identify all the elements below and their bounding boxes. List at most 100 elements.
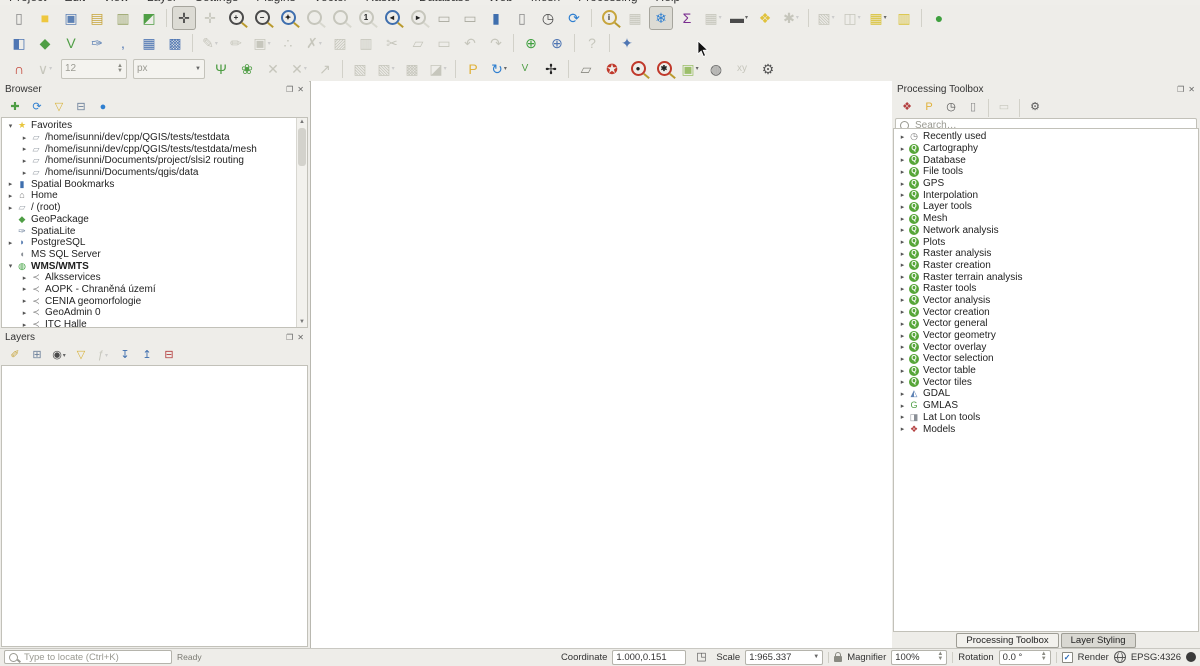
add-wms-layer-icon[interactable]: ⊕ [519, 31, 543, 55]
expand-arrow-icon[interactable]: ▸ [897, 203, 908, 211]
latlon-web-globe-icon[interactable]: ◍ [704, 57, 728, 81]
browser-float-button[interactable]: ❐ [286, 85, 293, 94]
expand-arrow-icon[interactable]: ▸ [897, 308, 908, 316]
menu-processing[interactable]: Processing [578, 0, 637, 4]
chevron-down-icon[interactable]: ▾ [884, 14, 887, 21]
select-by-form-icon[interactable]: ▥ [892, 6, 916, 30]
proc-group[interactable]: ▸QVector creation [894, 306, 1198, 318]
menu-database[interactable]: Database [419, 0, 470, 4]
save-project-icon[interactable]: ▣ [59, 6, 83, 30]
extents-toggle-icon[interactable]: ◳ [692, 648, 710, 666]
select-by-expression-icon[interactable]: ▦▾ [866, 6, 890, 30]
scroll-thumb[interactable] [298, 128, 306, 166]
style-manager-icon[interactable]: ◩ [137, 6, 161, 30]
history-button-icon[interactable]: ◷ [941, 98, 961, 117]
chevron-down-icon[interactable]: ▾ [832, 14, 835, 21]
tab-layer-styling[interactable]: Layer Styling [1061, 633, 1136, 648]
expand-arrow-icon[interactable]: ▸ [897, 180, 908, 188]
browser-item-wms[interactable]: ▾◍WMS/WMTS [2, 260, 297, 272]
chevron-down-icon[interactable]: ▾ [504, 65, 507, 72]
expand-arrow-icon[interactable]: ▸ [897, 156, 908, 164]
expand-arrow-icon[interactable]: ▸ [5, 192, 16, 200]
expand-arrow-icon[interactable]: ▸ [5, 180, 16, 188]
latlon-zoom-to-coordinates-icon[interactable]: ✪ [600, 57, 624, 81]
browser-item-folder[interactable]: ▸▱/home/isunni/dev/cpp/QGIS/tests/testda… [2, 143, 297, 155]
spin-arrows[interactable]: ▲▼ [1041, 652, 1047, 662]
zoom-in-icon[interactable]: + [224, 6, 248, 30]
proc-group-gmlas[interactable]: ▸GGMLAS [894, 400, 1198, 412]
expand-arrow-icon[interactable]: ▸ [897, 355, 908, 363]
map-canvas[interactable] [310, 81, 893, 648]
add-vector-layer-icon[interactable]: V [59, 31, 83, 55]
expand-arrow-icon[interactable]: ▸ [897, 285, 908, 293]
proc-group[interactable]: ▸QPlots [894, 236, 1198, 248]
magnifier-spinbox[interactable]: 100%▲▼ [891, 650, 947, 665]
snap-tolerance-spinbox[interactable]: 12▲▼ [61, 59, 127, 79]
refresh-map-icon[interactable]: ⟳ [562, 6, 586, 30]
processing-close-button[interactable]: ✕ [1188, 85, 1195, 94]
menu-view[interactable]: View [103, 0, 129, 4]
collapse-arrow-icon[interactable]: ▾ [5, 262, 16, 270]
proc-group-gdal[interactable]: ▸◭GDAL [894, 388, 1198, 400]
browser-item-favorites[interactable]: ▾★Favorites [2, 120, 297, 132]
coordinate-field[interactable]: 1.000,0.151 [612, 650, 686, 665]
layers-float-button[interactable]: ❐ [286, 333, 293, 342]
python-console-icon[interactable]: P [461, 57, 485, 81]
expand-arrow-icon[interactable]: ▸ [897, 168, 908, 176]
expand-arrow-icon[interactable]: ▸ [897, 390, 908, 398]
latlon-external-map-icon[interactable]: ✱ [652, 57, 676, 81]
results-viewer-icon[interactable]: ▯ [963, 98, 983, 117]
proc-group[interactable]: ▸QInterpolation [894, 189, 1198, 201]
chevron-down-icon[interactable]: ▾ [304, 65, 307, 72]
browser-item-postgresql[interactable]: ▸◗PostgreSQL [2, 237, 297, 249]
geometry-checker-icon[interactable]: V [513, 57, 537, 81]
expand-arrow-icon[interactable]: ▸ [897, 273, 908, 281]
menu-raster[interactable]: Raster [366, 0, 401, 4]
add-selected-layers-icon[interactable]: ✚ [5, 98, 25, 117]
menu-plugins[interactable]: Plugins [256, 0, 295, 4]
expand-arrow-icon[interactable]: ▸ [897, 378, 908, 386]
enable-snapping-icon[interactable]: ∩ [7, 57, 31, 81]
proc-group[interactable]: ▸QVector selection [894, 353, 1198, 365]
first-aid-debugger-icon[interactable]: ✢ [539, 57, 563, 81]
browser-item-folder[interactable]: ▸▱/home/isunni/Documents/qgis/data [2, 167, 297, 179]
expand-arrow-icon[interactable]: ▸ [897, 343, 908, 351]
temporal-controller-icon[interactable]: ◷ [536, 6, 560, 30]
browser-item-mssql[interactable]: ◖MS SQL Server [2, 249, 297, 261]
scripts-menu-icon[interactable]: P [919, 98, 939, 117]
expand-arrow-icon[interactable]: ▸ [897, 367, 908, 375]
chevron-down-icon[interactable]: ▾ [696, 65, 699, 72]
enable-properties-widget-icon[interactable]: ● [93, 98, 113, 117]
expand-arrow-icon[interactable]: ▸ [19, 309, 30, 317]
chevron-down-icon[interactable]: ▾ [105, 352, 108, 359]
proc-group[interactable]: ▸QDatabase [894, 154, 1198, 166]
collapse-all-icon[interactable]: ⊟ [71, 98, 91, 117]
add-wfs-layer-icon[interactable]: ⊕ [545, 31, 569, 55]
browser-item-spatialite[interactable]: ✑SpatiaLite [2, 225, 297, 237]
expand-arrow-icon[interactable]: ▸ [897, 191, 908, 199]
options-button-icon[interactable]: ⚙ [1025, 98, 1045, 117]
processing-float-button[interactable]: ❐ [1177, 85, 1184, 94]
filter-legend-icon[interactable]: ▽ [71, 346, 91, 365]
show-layout-manager-icon[interactable]: ▥ [111, 6, 135, 30]
expand-all-icon[interactable]: ↧ [115, 346, 135, 365]
proc-group[interactable]: ▸QFile tools [894, 166, 1198, 178]
browser-item-wms-service[interactable]: ▸≺GeoAdmin 0 [2, 307, 297, 319]
snap-unit-combo[interactable]: px▼ [133, 59, 205, 79]
proc-group[interactable]: ▸QNetwork analysis [894, 225, 1198, 237]
zoom-last-icon[interactable]: ◂ [380, 6, 404, 30]
manage-map-themes-icon[interactable]: ◉▾ [49, 346, 69, 365]
expand-arrow-icon[interactable]: ▸ [19, 274, 30, 282]
menu-mesh[interactable]: Mesh [531, 0, 560, 4]
menu-edit[interactable]: Edit [64, 0, 85, 4]
expand-arrow-icon[interactable]: ▸ [897, 238, 908, 246]
proc-group[interactable]: ▸QVector overlay [894, 341, 1198, 353]
map-tips-icon[interactable]: ❖ [753, 6, 777, 30]
metasearch-icon[interactable]: ● [927, 6, 951, 30]
new-3d-map-view-icon[interactable]: ▭ [458, 6, 482, 30]
chevron-down-icon[interactable]: ▾ [319, 40, 322, 47]
crs-status[interactable]: EPSG:4326 [1131, 652, 1181, 663]
menu-settings[interactable]: Settings [195, 0, 238, 4]
browser-item-home[interactable]: ▸⌂Home [2, 190, 297, 202]
add-raster-layer-icon[interactable]: ▦ [137, 31, 161, 55]
